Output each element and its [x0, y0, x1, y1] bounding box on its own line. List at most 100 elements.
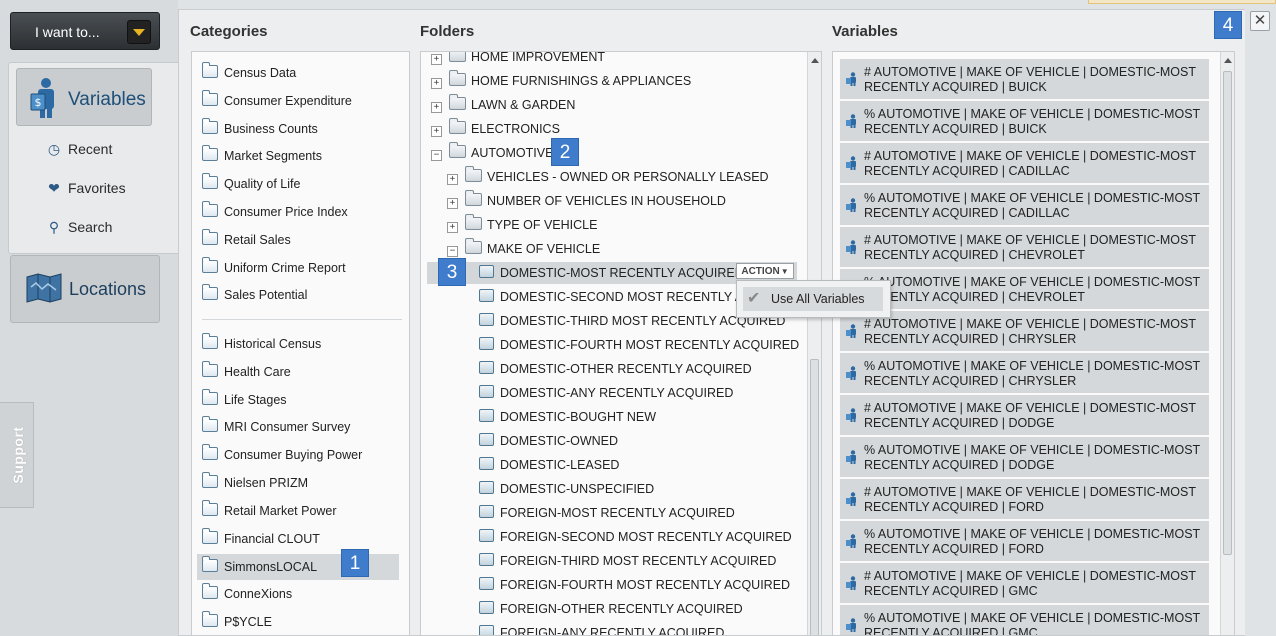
category-label: Historical Census	[224, 337, 322, 351]
make-folder-item[interactable]: FOREIGN-OTHER RECENTLY ACQUIRED	[479, 598, 743, 620]
category-item[interactable]: Retail Market Power	[202, 499, 337, 522]
folder-item[interactable]: + HOME IMPROVEMENT	[431, 52, 605, 68]
folder-label: FOREIGN-MOST RECENTLY ACQUIRED	[500, 506, 735, 520]
variables-scrollbar[interactable]	[1220, 52, 1234, 635]
expand-icon[interactable]: +	[431, 78, 442, 89]
person-variable-icon	[846, 450, 856, 464]
search-icon: ⚲	[48, 219, 60, 235]
variables-scroll-thumb[interactable]	[1223, 71, 1232, 555]
variable-item[interactable]: # AUTOMOTIVE | MAKE OF VEHICLE | DOMESTI…	[840, 479, 1209, 519]
folders-scroll-thumb[interactable]	[810, 359, 819, 635]
make-folder-item[interactable]: FOREIGN-THIRD MOST RECENTLY ACQUIRED	[479, 550, 776, 572]
expand-icon[interactable]: +	[431, 126, 442, 137]
make-folder-item[interactable]: DOMESTIC-OWNED	[479, 430, 618, 452]
folder-item[interactable]: + LAWN & GARDEN	[431, 94, 575, 116]
variable-item[interactable]: % AUTOMOTIVE | MAKE OF VEHICLE | DOMESTI…	[840, 353, 1209, 393]
nav-recent[interactable]: ◷ Recent	[46, 141, 112, 158]
make-folder-item[interactable]: DOMESTIC-FOURTH MOST RECENTLY ACQUIRED	[479, 334, 799, 356]
make-folder-item[interactable]: FOREIGN-SECOND MOST RECENTLY ACQUIRED	[479, 526, 792, 548]
i-want-to-button[interactable]: I want to...	[10, 12, 160, 50]
category-item[interactable]: Market Segments	[202, 145, 322, 167]
variable-item[interactable]: # AUTOMOTIVE | MAKE OF VEHICLE | DOMESTI…	[840, 227, 1209, 267]
category-folder-icon	[202, 145, 218, 162]
close-button[interactable]: ✕	[1250, 11, 1270, 31]
variable-label-line2: RECENTLY ACQUIRED | FORD	[864, 542, 1044, 556]
variable-item[interactable]: % AUTOMOTIVE | MAKE OF VEHICLE | DOMESTI…	[840, 521, 1209, 561]
folder-label: NUMBER OF VEHICLES IN HOUSEHOLD	[487, 194, 726, 208]
variable-item[interactable]: % AUTOMOTIVE | MAKE OF VEHICLE | DOMESTI…	[840, 269, 1209, 309]
action-button[interactable]: ACTION▼	[736, 263, 794, 279]
make-folder-item[interactable]: DOMESTIC-LEASED	[479, 454, 619, 476]
make-folder-item[interactable]: FOREIGN-MOST RECENTLY ACQUIRED	[479, 502, 735, 524]
make-folder-item[interactable]: DOMESTIC-OTHER RECENTLY ACQUIRED	[479, 358, 752, 380]
folder-icon	[449, 52, 466, 62]
nav-favorites[interactable]: ❤ Favorites	[46, 180, 125, 197]
subfolder-item[interactable]: + NUMBER OF VEHICLES IN HOUSEHOLD	[447, 190, 726, 212]
variable-item[interactable]: # AUTOMOTIVE | MAKE OF VEHICLE | DOMESTI…	[840, 311, 1209, 351]
expand-icon[interactable]: +	[447, 198, 458, 209]
variables-header: Variables	[832, 23, 898, 40]
category-item[interactable]: MRI Consumer Survey	[202, 416, 350, 438]
make-folder-item[interactable]: DOMESTIC-BOUGHT NEW	[479, 406, 656, 428]
nav-search[interactable]: ⚲ Search	[46, 219, 113, 236]
support-tab[interactable]: Support	[0, 402, 34, 508]
category-item[interactable]: Consumer Buying Power	[202, 444, 362, 466]
folder-item[interactable]: − AUTOMOTIVE	[431, 142, 553, 164]
category-item[interactable]: Life Stages	[202, 388, 287, 411]
variable-item[interactable]: % AUTOMOTIVE | MAKE OF VEHICLE | DOMESTI…	[840, 437, 1209, 477]
collapse-icon[interactable]: −	[431, 150, 442, 161]
variable-item[interactable]: # AUTOMOTIVE | MAKE OF VEHICLE | DOMESTI…	[840, 59, 1209, 99]
folder-item[interactable]: + HOME FURNISHINGS & APPLIANCES	[431, 70, 691, 92]
category-item[interactable]: Uniform Crime Report	[202, 256, 346, 279]
subfolder-item[interactable]: − MAKE OF VEHICLE	[447, 238, 600, 260]
person-variable-icon	[846, 198, 856, 212]
category-item[interactable]: Health Care	[202, 360, 291, 383]
scroll-up-icon[interactable]	[811, 58, 819, 63]
collapse-icon[interactable]: −	[447, 246, 458, 257]
variable-folder-icon	[479, 409, 494, 422]
expand-icon[interactable]: +	[431, 54, 442, 65]
expand-icon[interactable]: +	[431, 102, 442, 113]
folder-icon	[449, 94, 466, 110]
make-folder-item[interactable]: DOMESTIC-SECOND MOST RECENTLY ACQU	[479, 286, 771, 308]
folder-item[interactable]: + ELECTRONICS	[431, 118, 560, 140]
make-folder-item[interactable]: DOMESTIC-UNSPECIFIED	[479, 478, 654, 500]
expand-icon[interactable]: +	[447, 174, 458, 185]
variable-item[interactable]: % AUTOMOTIVE | MAKE OF VEHICLE | DOMESTI…	[840, 185, 1209, 225]
nav-locations[interactable]: Locations	[10, 255, 160, 323]
variable-item[interactable]: # AUTOMOTIVE | MAKE OF VEHICLE | DOMESTI…	[840, 143, 1209, 183]
make-folder-item[interactable]: DOMESTIC-ANY RECENTLY ACQUIRED	[479, 382, 733, 404]
folder-label: FOREIGN-ANY RECENTLY ACQUIRED	[500, 626, 725, 636]
category-item[interactable]: P$YCLE	[202, 611, 272, 633]
category-item[interactable]: ConneXions	[202, 583, 292, 605]
category-item[interactable]: Consumer Expenditure	[202, 89, 352, 112]
make-folder-item[interactable]: FOREIGN-FOURTH MOST RECENTLY ACQUIRED	[479, 574, 790, 596]
category-item[interactable]: Financial CLOUT	[202, 527, 320, 550]
category-label: P$YCLE	[224, 615, 272, 629]
category-item[interactable]: Nielsen PRIZM	[202, 472, 308, 494]
variable-item[interactable]: # AUTOMOTIVE | MAKE OF VEHICLE | DOMESTI…	[840, 395, 1209, 435]
expand-icon[interactable]: +	[447, 222, 458, 233]
category-item[interactable]: Business Counts	[202, 117, 318, 140]
menu-item-use-all-variables[interactable]: ✔ Use All Variables	[743, 287, 883, 311]
category-item[interactable]: Retail Sales	[202, 228, 291, 251]
make-folder-item[interactable]: FOREIGN-ANY RECENTLY ACQUIRED	[479, 622, 725, 636]
category-item[interactable]: Sales Potential	[202, 284, 307, 306]
variable-item[interactable]: % AUTOMOTIVE | MAKE OF VEHICLE | DOMESTI…	[840, 101, 1209, 141]
dropdown-arrow-icon[interactable]	[127, 20, 151, 44]
category-item[interactable]: Historical Census	[202, 333, 321, 355]
subfolder-item[interactable]: + VEHICLES - OWNED OR PERSONALLY LEASED	[447, 166, 769, 188]
folder-label: DOMESTIC-BOUGHT NEW	[500, 410, 657, 424]
variable-item[interactable]: # AUTOMOTIVE | MAKE OF VEHICLE | DOMESTI…	[840, 563, 1209, 603]
variable-item[interactable]: % AUTOMOTIVE | MAKE OF VEHICLE | DOMESTI…	[840, 605, 1209, 635]
category-item[interactable]: Consumer Price Index	[202, 201, 348, 223]
category-label: Life Stages	[224, 392, 287, 407]
scroll-up-icon[interactable]	[1224, 58, 1232, 63]
category-item[interactable]: Quality of Life	[202, 173, 300, 195]
category-label: Financial CLOUT	[224, 531, 320, 546]
subfolder-item[interactable]: + TYPE OF VEHICLE	[447, 214, 597, 236]
folders-scrollbar[interactable]	[807, 52, 821, 635]
category-item[interactable]: Census Data	[202, 62, 296, 84]
category-label: Consumer Price Index	[224, 205, 348, 219]
nav-variables[interactable]: $ Variables	[16, 68, 152, 126]
